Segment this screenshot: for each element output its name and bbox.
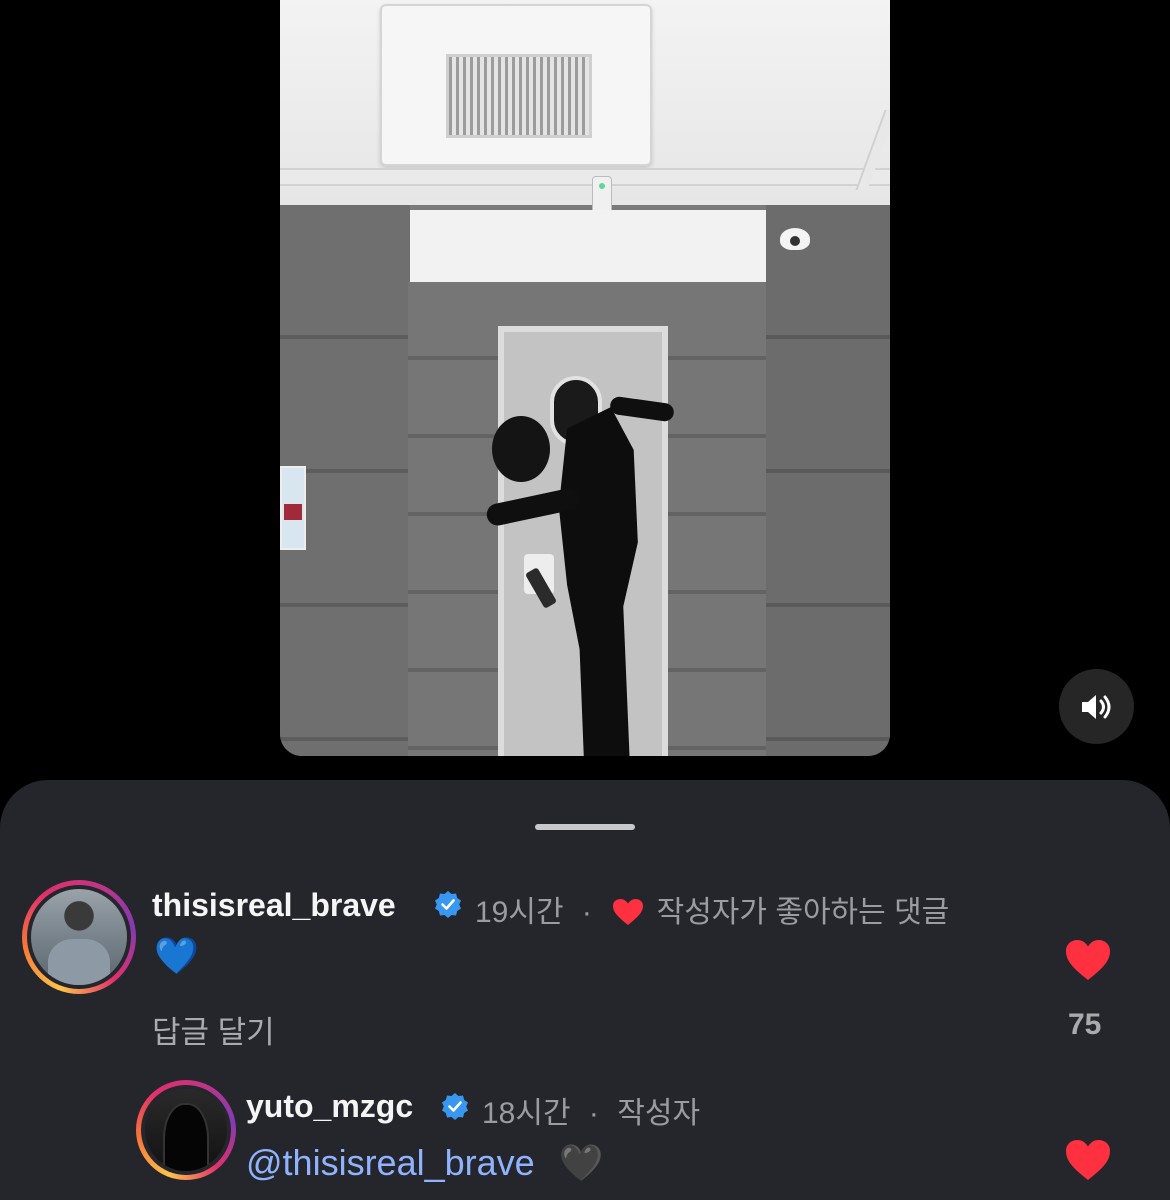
comment-time: 19시간 [475,896,564,929]
like-heart-icon[interactable] [1064,1138,1112,1182]
comment-text: 💙 [154,935,199,976]
creator-liked-heart-icon [613,899,644,925]
video-ac-unit [380,4,652,166]
author-label: 작성자 [617,1097,701,1130]
reply-emoji: 🖤 [558,1142,604,1183]
comment-meta: 19시간 · 작성자가 좋아하는 댓글 [475,896,950,929]
reply-time: 18시간 [482,1097,571,1130]
comments-sheet: thisisreal_brave 19시간 · 작성자가 좋아하는 댓글 💙 답… [0,780,1170,1200]
creator-liked-label: 작성자가 좋아하는 댓글 [656,896,950,929]
video-security-camera [780,228,810,250]
like-heart-icon[interactable] [1064,938,1112,982]
sound-toggle-button[interactable] [1059,669,1134,744]
avatar[interactable] [136,1080,236,1180]
reply-meta: 18시간 · 작성자 [482,1097,701,1130]
reply-button[interactable]: 답글 달기 [152,1007,275,1052]
sheet-drag-handle[interactable] [535,824,635,830]
video-player[interactable] [280,0,890,756]
speaker-icon [1081,694,1110,719]
like-count: 75 [1068,1008,1102,1041]
video-wall-panel [766,205,890,756]
video-rail [280,168,890,186]
reply-username[interactable]: yuto_mzgc [246,1088,413,1125]
video-monitor [280,466,306,550]
reply-text: @thisisreal_brave 🖤 [246,1142,604,1184]
avatar[interactable] [22,880,136,994]
verified-badge-icon [442,1093,468,1120]
comment-username[interactable]: thisisreal_brave [152,887,396,924]
verified-badge-icon [435,891,461,918]
mention-link[interactable]: @thisisreal_brave [246,1142,535,1183]
